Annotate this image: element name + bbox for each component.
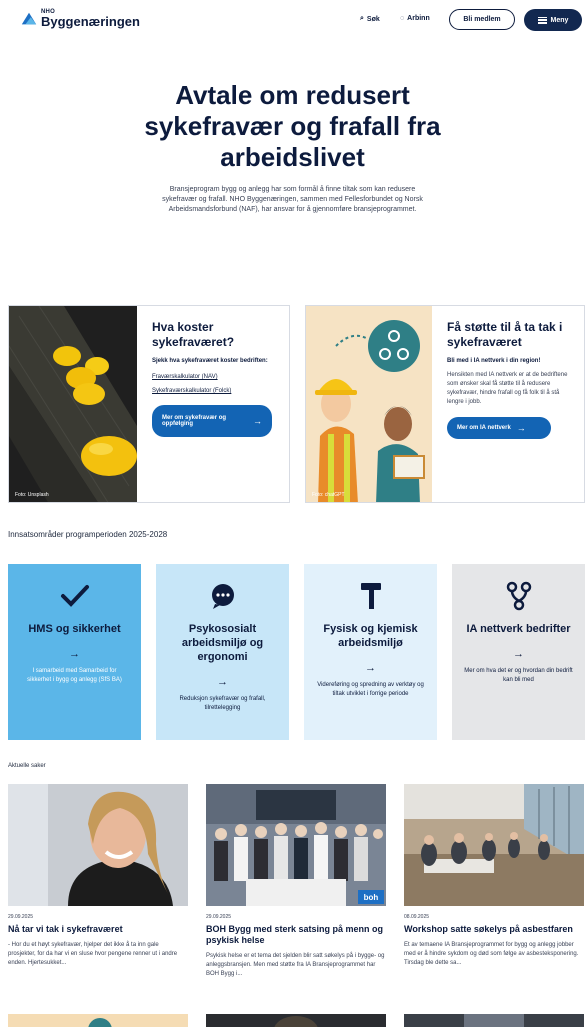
news-excerpt: Et av temaene IA Bransjeprogrammet for b…	[404, 942, 579, 966]
helmets-image	[9, 306, 137, 502]
ia-network-more-button[interactable]: Mer om IA nettverk →	[447, 417, 551, 439]
news-teaser-image	[404, 1014, 584, 1027]
news-teaser-image	[8, 1014, 188, 1027]
tile-ia-network[interactable]: IA nettverk bedrifter → Mer om hva det e…	[452, 564, 585, 740]
hamburger-icon	[537, 16, 547, 24]
photo-credit: Foto: chatGPT	[312, 492, 345, 498]
tile-text: Mer om hva det er og hvordan din bedrift…	[464, 668, 573, 683]
photo-credit: Foto: Unsplash	[15, 492, 49, 498]
arrow-right-icon: →	[516, 423, 526, 433]
news-item[interactable]: 29.09.2025 Nå tar vi tak i sykefraværet …	[8, 784, 188, 968]
tile-physical-chemical[interactable]: Fysisk og kjemisk arbeidsmiljø → Videref…	[304, 564, 437, 740]
news-excerpt: - Hor du et høyt sykefravær, hjelper det…	[8, 942, 178, 966]
tile-title: Psykososialt arbeidsmiljø og ergonomi	[181, 623, 264, 663]
page-intro: Bransjeprogram bygg og anlegg har som fo…	[162, 186, 423, 213]
tile-title: HMS og sikkerhet	[28, 623, 121, 635]
news-badge: boh	[364, 893, 379, 902]
absence-calculator-folck-link[interactable]: Sykefraværskalkulator (Folck)	[152, 387, 280, 395]
card-image-illustration: Foto: chatGPT	[306, 306, 432, 502]
site-header: NHO Byggenæringen ⌕ Søk ◌ Arbinn Bli med…	[0, 0, 585, 42]
arrow-right-icon: →	[69, 648, 80, 660]
card-text: Hensikten med IA nettverk er at de bedri…	[447, 372, 568, 405]
news-teaser-image	[206, 1014, 386, 1027]
news-heading: Aktuelle saker	[8, 763, 46, 769]
tile-psychosocial[interactable]: Psykososialt arbeidsmiljø og ergonomi → …	[156, 564, 289, 740]
sick-leave-cost-card: Foto: Unsplash Hva koster sykefraværet? …	[8, 305, 290, 503]
sick-leave-more-button[interactable]: Mer om sykefravær og oppfølging →	[152, 405, 272, 437]
news-date: 29.09.2025	[8, 914, 34, 920]
tile-text: I samarbeid med Samarbeid for sikkerhet …	[27, 668, 122, 683]
menu-button[interactable]: Meny	[524, 9, 582, 31]
chat-bubble-icon	[168, 580, 277, 612]
news-image-workshop	[404, 784, 584, 906]
arrow-right-icon: →	[217, 676, 228, 688]
arrow-right-icon: →	[253, 416, 262, 426]
card-title: Hva koster sykefraværet?	[152, 320, 235, 349]
site-logo[interactable]: NHO Byggenæringen	[20, 9, 140, 28]
tile-hms-safety[interactable]: HMS og sikkerhet → I samarbeid med Samar…	[8, 564, 141, 740]
card-image-helmets: Foto: Unsplash	[9, 306, 137, 502]
absence-calculator-nav-link[interactable]: Fraværskalkulator (NAV)	[152, 373, 280, 381]
login-link[interactable]: ◌ Arbinn	[400, 15, 430, 22]
news-date: 08.09.2025	[404, 914, 430, 920]
user-icon: ◌	[400, 15, 405, 22]
arrow-right-icon: →	[365, 662, 376, 674]
checkmark-icon	[20, 580, 129, 612]
news-excerpt: Psykisk helse er et tema det sjelden bli…	[206, 953, 385, 977]
news-item[interactable]: boh 29.09.2025 BOH Bygg med sterk satsin…	[206, 784, 386, 979]
card-lead: Bli med i IA nettverk i din region!	[447, 358, 541, 364]
news-image-group: boh	[206, 784, 386, 906]
ia-network-card: Foto: chatGPT Få støtte til å ta tak i s…	[305, 305, 585, 503]
tile-title: Fysisk og kjemisk arbeidsmiljø	[323, 623, 418, 649]
logo-icon	[21, 12, 37, 24]
news-title: BOH Bygg med sterk satsing på menn og ps…	[206, 924, 384, 945]
arrow-right-icon: →	[513, 648, 524, 660]
search-icon: ⌕	[360, 15, 364, 22]
news-image-portrait	[8, 784, 188, 906]
hammer-icon	[316, 580, 425, 612]
workers-illustration	[306, 306, 432, 502]
news-title: Workshop satte søkelys på asbestfaren	[404, 924, 573, 934]
card-lead: Sjekk hva sykefraværet koster bedriften:	[152, 358, 268, 364]
page-title: Avtale om redusert sykefravær og frafall…	[144, 80, 441, 172]
tile-text: Reduksjon sykefravær og frafall, tilrett…	[179, 696, 266, 711]
news-item[interactable]: 08.09.2025 Workshop satte søkelys på asb…	[404, 784, 584, 968]
search-link[interactable]: ⌕ Søk	[360, 15, 380, 23]
become-member-button[interactable]: Bli medlem	[449, 9, 515, 30]
card-title: Få støtte til å ta tak i sykefraværet	[447, 320, 563, 349]
logo-name: Byggenæringen	[41, 14, 140, 29]
focus-areas-heading: Innsatsområder programperioden 2025-2028	[8, 530, 168, 539]
network-icon	[464, 580, 573, 612]
news-date: 29.09.2025	[206, 914, 232, 920]
tile-text: Videreføring og spredning av verktøy og …	[317, 682, 424, 697]
tile-title: IA nettverk bedrifter	[466, 623, 571, 635]
news-title: Nå tar vi tak i sykefraværet	[8, 924, 123, 934]
